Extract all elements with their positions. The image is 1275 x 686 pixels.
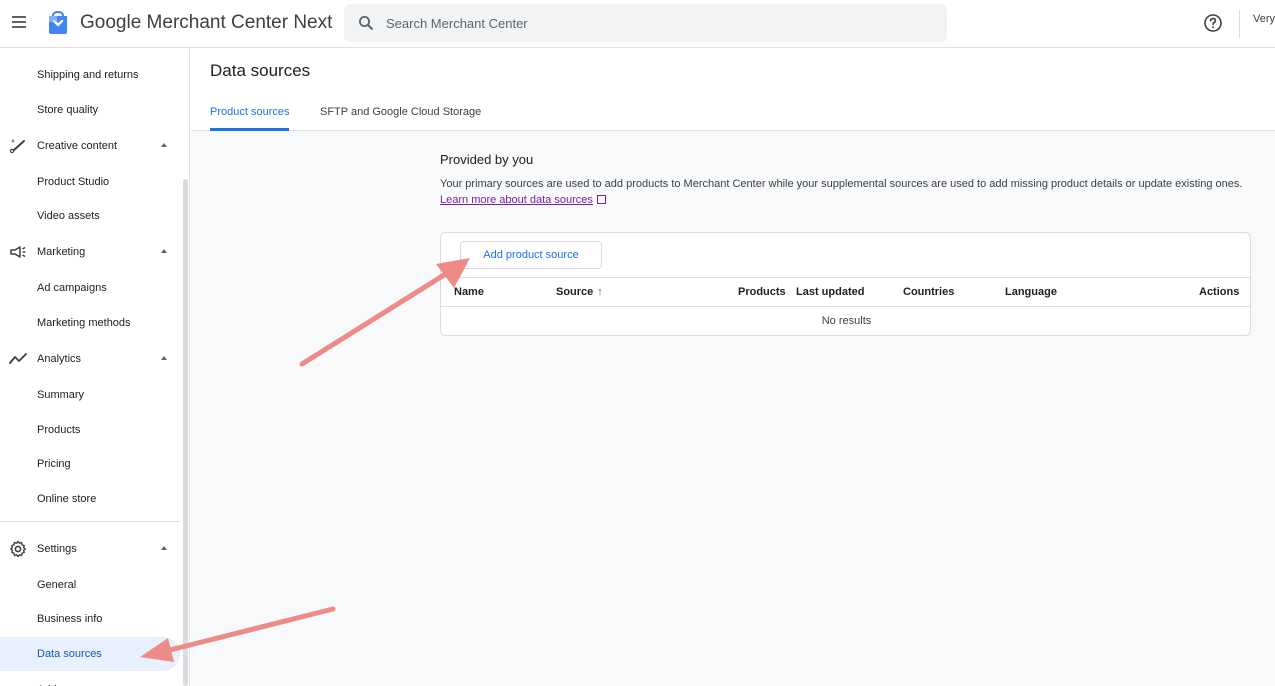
- sidebar-item-label: Add...: [37, 673, 66, 686]
- sidebar-item-summary[interactable]: Summary: [0, 378, 180, 412]
- trending-icon: [9, 353, 27, 364]
- column-header-name: Name: [454, 286, 484, 298]
- add-product-source-button[interactable]: Add product source: [460, 241, 602, 269]
- sidebar-item-label: Data sources: [37, 648, 102, 660]
- sidebar-item-analytics[interactable]: Analytics: [0, 342, 180, 376]
- column-header-source[interactable]: Source ↑: [556, 278, 603, 306]
- column-header-last-updated: Last updated: [796, 286, 865, 298]
- column-header-countries: Countries: [903, 286, 955, 298]
- sidebar-item-pricing[interactable]: Pricing: [0, 447, 180, 481]
- topbar-divider: [1239, 10, 1240, 38]
- sidebar-item-ad-campaigns[interactable]: Ad campaigns: [0, 271, 180, 305]
- sidebar-item-label: Settings: [37, 543, 77, 555]
- sidebar-item-label: Video assets: [37, 210, 100, 222]
- megaphone-icon: [10, 246, 26, 258]
- column-header-actions: Actions: [1199, 286, 1240, 298]
- main-content: Data sources Product sources SFTP and Go…: [191, 49, 1275, 686]
- sidebar-item-online-store[interactable]: Online store: [0, 482, 180, 516]
- sidebar-divider: [0, 521, 180, 522]
- merchant-center-logo-icon: [49, 11, 67, 34]
- sidebar-item-creative-content[interactable]: Creative content: [0, 129, 180, 163]
- sidebar-item-label: Shipping and returns: [37, 69, 139, 81]
- sidebar-item-data-sources[interactable]: Data sources: [0, 637, 180, 671]
- sidebar-item-shipping-and-returns[interactable]: Shipping and returns: [0, 58, 180, 92]
- sidebar-item-label: General: [37, 579, 77, 591]
- sidebar-item-label: Analytics: [37, 353, 82, 365]
- column-header-language: Language: [1005, 286, 1057, 298]
- sidebar-scrollbar[interactable]: [183, 179, 188, 686]
- gear-icon: [10, 540, 26, 558]
- open-in-new-icon: [596, 195, 606, 204]
- tab-product-sources[interactable]: Product sources: [210, 97, 290, 131]
- sidebar-item-settings[interactable]: Settings: [0, 532, 180, 566]
- data-sources-card: Add product source Name Source ↑ Products…: [440, 232, 1251, 336]
- sidebar-item-label: Ad campaigns: [37, 282, 107, 294]
- search-icon: [359, 16, 374, 31]
- app-title: Google Merchant Center Next: [80, 12, 333, 33]
- sidebar-nav: Shipping and returns Store quality Creat…: [0, 49, 190, 686]
- sidebar-item-label: Online store: [37, 493, 97, 505]
- sort-ascending-icon: ↑: [597, 286, 603, 298]
- hamburger-menu-icon[interactable]: [10, 14, 28, 32]
- help-icon[interactable]: [1203, 13, 1223, 33]
- column-header-source-label: Source: [556, 286, 594, 298]
- account-name[interactable]: Very: [1253, 13, 1275, 25]
- page-title: Data sources: [210, 61, 311, 80]
- sidebar-item-label: Marketing methods: [37, 317, 131, 329]
- sidebar-item-label: Creative content: [37, 140, 118, 152]
- top-app-bar: Google Merchant Center Next Very: [0, 0, 1275, 48]
- sidebar-item-label: Product Studio: [37, 176, 110, 188]
- sidebar-item-label: Summary: [37, 389, 85, 401]
- page-header: Data sources Product sources SFTP and Go…: [191, 49, 1275, 131]
- sidebar-item-label: Products: [37, 424, 81, 436]
- chevron-up-icon: [161, 249, 167, 253]
- sidebar-item-business-info[interactable]: Business info: [0, 602, 180, 636]
- section-title: Provided by you: [440, 152, 534, 167]
- column-header-products: Products: [738, 286, 786, 298]
- tab-sftp-and-google-cloud-storage[interactable]: SFTP and Google Cloud Storage: [320, 97, 481, 131]
- sidebar-item-product-studio[interactable]: Product Studio: [0, 165, 180, 199]
- table-header: Name Source ↑ Products Last updated Count…: [441, 277, 1250, 307]
- search-box[interactable]: [344, 4, 947, 42]
- search-input[interactable]: [386, 4, 926, 42]
- sidebar-item-label: Marketing: [37, 246, 86, 258]
- chevron-up-icon: [161, 356, 167, 360]
- sidebar-item-add[interactable]: Add...: [0, 673, 180, 686]
- sidebar-item-products[interactable]: Products: [0, 413, 180, 447]
- sidebar-item-general[interactable]: General: [0, 568, 180, 602]
- empty-state-row: No results: [821, 315, 872, 327]
- learn-more-link[interactable]: Learn more about data sources: [440, 194, 593, 206]
- section-description: Your primary sources are used to add pro…: [440, 176, 1250, 208]
- sidebar-item-marketing-methods[interactable]: Marketing methods: [0, 306, 180, 340]
- section-description-text: Your primary sources are used to add pro…: [440, 178, 1243, 190]
- chevron-up-icon: [161, 546, 167, 550]
- chevron-up-icon: [161, 143, 167, 147]
- sidebar-item-store-quality[interactable]: Store quality: [0, 93, 180, 127]
- sidebar-item-label: Store quality: [37, 104, 99, 116]
- sidebar-item-label: Business info: [37, 613, 103, 625]
- creative-content-icon: [9, 139, 25, 154]
- sidebar-item-video-assets[interactable]: Video assets: [0, 199, 180, 233]
- sidebar-item-marketing[interactable]: Marketing: [0, 235, 180, 269]
- sidebar-item-label: Pricing: [37, 458, 71, 470]
